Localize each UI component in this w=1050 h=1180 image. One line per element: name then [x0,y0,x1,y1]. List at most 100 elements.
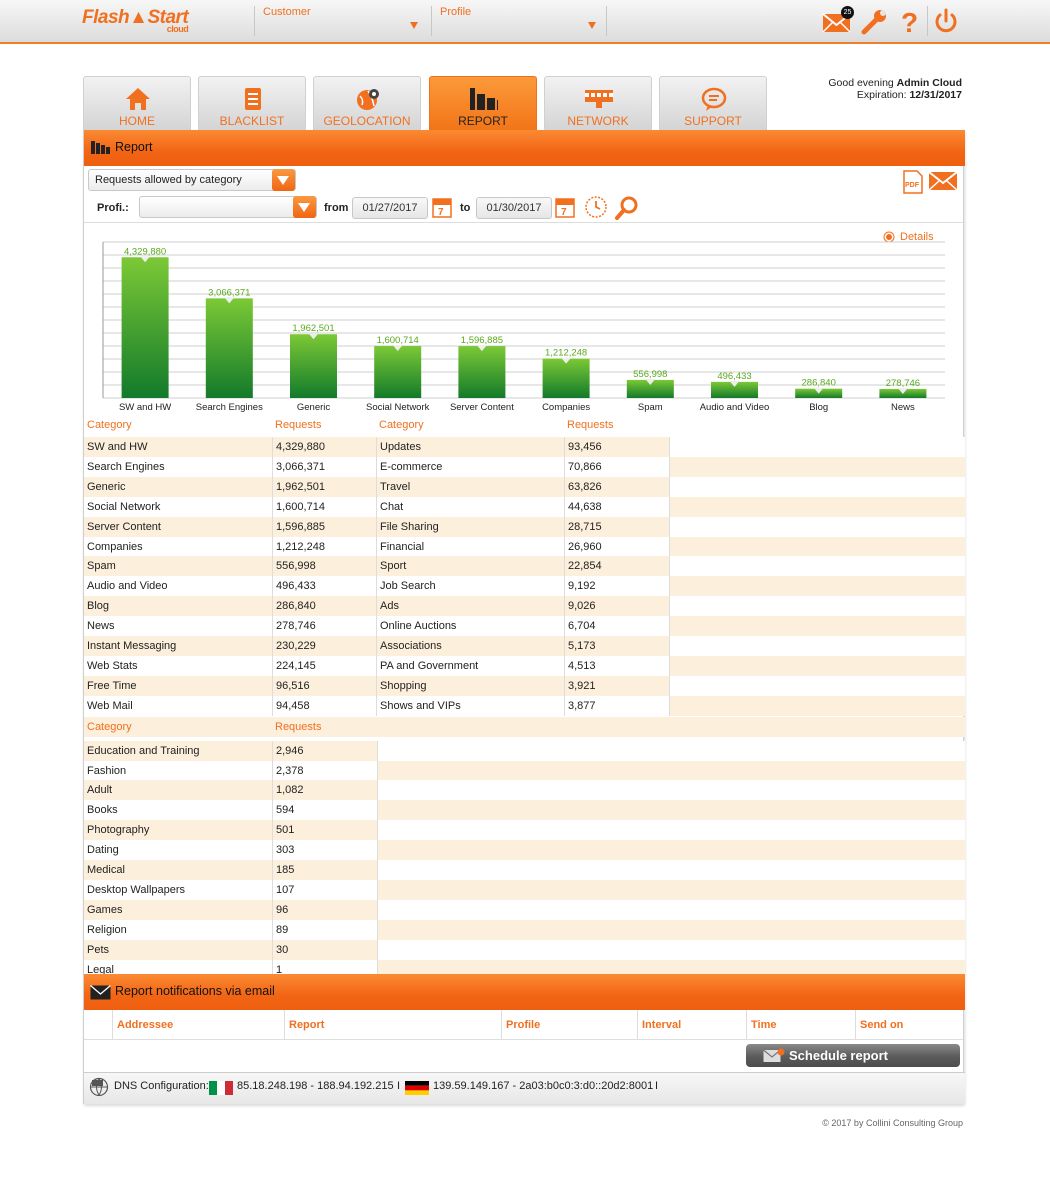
expiration-label: Expiration: [856,89,907,101]
col-profile[interactable]: Profile [501,1010,637,1040]
tab-network[interactable]: NETWORK [544,76,652,130]
chevron-down-icon [588,22,596,29]
table-row: Web Stats 224,145 PA and Government 4,513 [84,655,965,676]
calendar-icon[interactable]: 7 [555,196,575,218]
help-button[interactable]: ? [896,6,926,38]
filler-cell [670,616,965,637]
filler-cell [670,636,965,656]
chart-bar[interactable] [374,345,422,398]
col-header-requests[interactable]: Requests [272,415,376,435]
col-time[interactable]: Time [746,1010,855,1040]
filler-cell [670,496,965,517]
category-name: Shopping [376,675,564,696]
tab-blacklist[interactable]: BLACKLIST [198,76,306,130]
chart-category-label: Companies [542,402,590,413]
table-row: Web Mail 94,458 Shows and VIPs 3,877 [84,695,965,716]
tab-support[interactable]: SUPPORT [659,76,767,130]
calendar-icon[interactable]: 7 [432,196,452,218]
category-name: E-commerce [376,456,564,477]
top-header: Flash▲Start cloud Customer Profile 25 ? [0,0,1050,44]
category-name: Search Engines [87,460,165,473]
logout-button[interactable] [931,6,961,36]
tab-home[interactable]: HOME [83,76,191,130]
table-row: Education and Training 2,946 [84,740,965,761]
from-date-input[interactable]: 01/27/2017 [352,197,428,219]
filler-cell [670,556,965,577]
col-send-on[interactable]: Send on [855,1010,965,1040]
filler-cell [670,675,965,696]
col-addressee[interactable]: Addressee [112,1010,284,1040]
col-report[interactable]: Report [284,1010,501,1040]
email-export-icon[interactable] [928,170,958,192]
clock-icon[interactable] [584,195,608,219]
col-header-category[interactable]: Category [84,415,272,435]
request-count: 1,082 [272,780,378,801]
question-icon: ? [901,7,918,38]
customer-select[interactable]: Customer [254,6,426,36]
table-row: Audio and Video 496,433 Job Search 9,192 [84,576,965,597]
chart-bar[interactable] [205,298,253,398]
table-row: SW and HW 4,329,880 Updates 93,456 [84,437,965,457]
pdf-export-icon[interactable]: PDF [903,170,923,194]
profile-select[interactable]: Profile [431,6,604,36]
filler-cell [378,740,965,761]
settings-button[interactable] [860,6,890,36]
chat-bubble-icon [701,87,727,111]
expiration-date: 12/31/2017 [909,89,962,101]
request-count: 4,513 [564,655,670,676]
request-count: 1,600,714 [272,496,376,517]
mail-button[interactable]: 25 [822,6,854,36]
chart-data-label: 3,066,371 [208,287,250,298]
profile-filter-select[interactable] [139,196,317,218]
table-row: Generic 1,962,501 Travel 63,826 [84,476,965,497]
request-count: 230,229 [272,636,376,656]
chart-category-label: Social Network [366,402,430,413]
table-row: Search Engines 3,066,371 E-commerce 70,866 [84,456,965,477]
chart-category-label: Spam [638,402,663,413]
category-name: Job Search [376,576,564,597]
table-row: Pets 30 [84,939,965,960]
mail-icon [90,985,111,1000]
tab-report[interactable]: REPORT [429,76,537,130]
chart-data-label: 1,596,885 [461,335,503,346]
table-row: Server Content 1,596,885 File Sharing 28,71… [84,516,965,537]
chart-bar[interactable] [121,257,169,398]
notifications-table-header: Addressee Report Profile Interval Time S… [84,1010,965,1040]
request-count: 93,456 [564,437,670,457]
chart-data-label: 496,433 [717,371,751,382]
chart-bar[interactable] [290,334,337,398]
italy-flag-icon [209,1081,233,1095]
chart-data-label: 1,212,248 [545,348,587,359]
chart-bar[interactable] [542,358,590,398]
report-type-select[interactable]: Requests allowed by category [88,169,296,191]
request-count: 224,145 [272,655,376,676]
request-count: 63,826 [564,476,670,497]
request-count: 22,854 [564,556,670,577]
from-label: from [324,202,349,214]
table-row: Books 594 [84,800,965,821]
col-header-requests[interactable]: Requests [564,415,668,435]
col-header-requests[interactable]: Requests [272,717,376,737]
request-count: 594 [272,800,378,821]
category-name: Audio and Video [87,580,168,593]
wrench-icon [861,10,886,35]
category-name: SW and HW [87,441,148,453]
col-header-category[interactable]: Category [84,717,272,737]
filler-cell [670,576,965,597]
list-icon [245,88,261,110]
category-name: Companies [87,540,143,553]
to-date-input[interactable]: 01/30/2017 [476,197,552,219]
bar-chart-icon [91,141,110,154]
col-header-category[interactable]: Category [376,415,564,435]
request-count: 3,877 [564,695,670,716]
logo[interactable]: Flash▲Start cloud [82,7,189,34]
request-count: 496,433 [272,576,376,597]
power-icon [935,8,957,33]
search-icon[interactable] [614,195,640,221]
col-interval[interactable]: Interval [637,1010,746,1040]
request-count: 303 [272,840,378,861]
table-header-row: Category Requests [84,716,965,737]
tab-geolocation[interactable]: GEOLOCATION [313,76,421,130]
chart-bar[interactable] [458,346,506,398]
schedule-report-button[interactable]: Schedule report [746,1044,960,1067]
